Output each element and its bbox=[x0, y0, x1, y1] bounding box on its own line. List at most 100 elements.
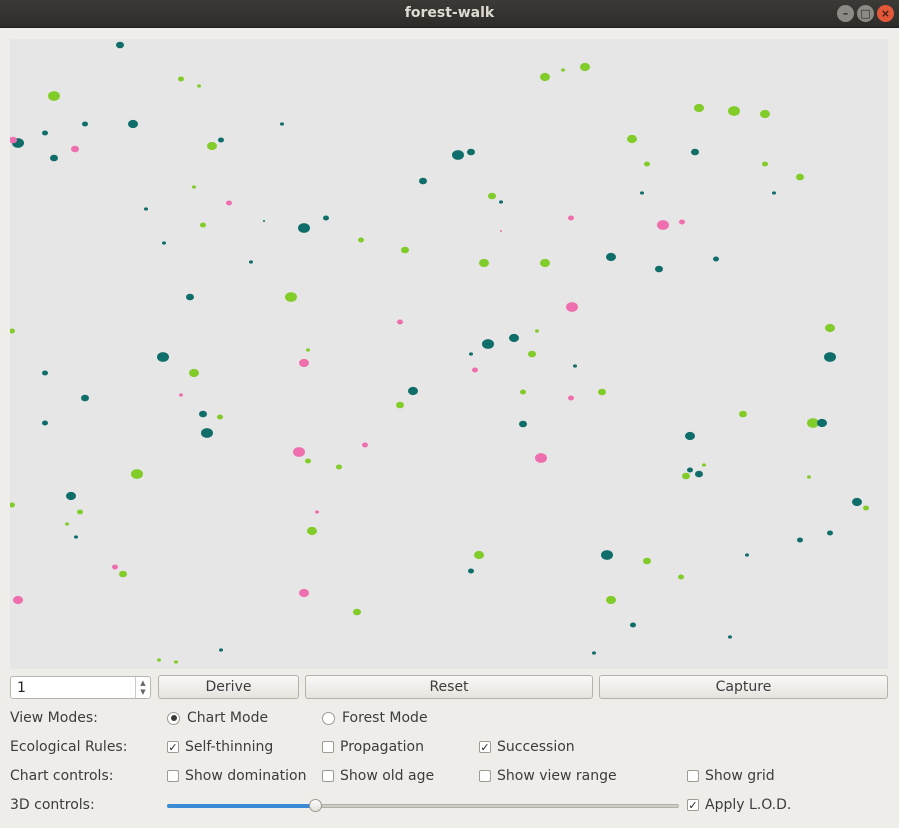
apply-lod-label: Apply L.O.D. bbox=[705, 797, 792, 813]
tree-marker bbox=[825, 323, 835, 333]
tree-marker bbox=[42, 130, 48, 136]
show-grid-label: Show grid bbox=[705, 768, 775, 784]
tree-marker bbox=[81, 394, 89, 402]
tree-marker bbox=[197, 84, 201, 88]
tree-marker bbox=[863, 505, 869, 511]
checkbox-check-icon[interactable]: ✓ bbox=[687, 799, 699, 811]
tree-marker bbox=[207, 141, 217, 151]
tree-marker bbox=[694, 103, 704, 113]
tree-marker bbox=[797, 537, 803, 543]
checkbox-box[interactable] bbox=[322, 770, 334, 782]
checkbox-box[interactable] bbox=[322, 741, 334, 753]
tree-marker bbox=[643, 557, 651, 565]
radio-indicator[interactable] bbox=[322, 711, 335, 725]
tree-marker bbox=[323, 215, 329, 221]
tree-marker bbox=[201, 428, 213, 438]
tree-marker bbox=[824, 352, 836, 362]
capture-button[interactable]: Capture bbox=[599, 675, 888, 699]
show-grid-checkbox[interactable]: Show grid bbox=[687, 768, 775, 784]
apply-lod-checkbox[interactable]: ✓ Apply L.O.D. bbox=[687, 797, 791, 813]
self-thinning-label: Self-thinning bbox=[185, 739, 274, 755]
tree-marker bbox=[219, 648, 223, 652]
forest-mode-radio[interactable]: Forest Mode bbox=[322, 710, 428, 726]
show-domination-checkbox[interactable]: Show domination bbox=[167, 768, 306, 784]
tree-marker bbox=[528, 350, 536, 358]
tree-marker bbox=[580, 62, 590, 72]
chart-mode-radio[interactable]: Chart Mode bbox=[167, 710, 268, 726]
checkbox-check-icon[interactable]: ✓ bbox=[479, 741, 491, 753]
tree-marker bbox=[305, 458, 311, 464]
forest-mode-label: Forest Mode bbox=[342, 710, 428, 726]
slider-fill bbox=[167, 804, 315, 808]
tree-marker bbox=[745, 553, 749, 557]
tree-marker bbox=[573, 364, 577, 368]
propagation-checkbox[interactable]: Propagation bbox=[322, 739, 424, 755]
show-old-age-label: Show old age bbox=[340, 768, 435, 784]
show-old-age-checkbox[interactable]: Show old age bbox=[322, 768, 434, 784]
derive-button[interactable]: Derive bbox=[158, 675, 299, 699]
tree-marker bbox=[74, 535, 78, 539]
tree-marker bbox=[10, 502, 15, 508]
tree-marker bbox=[200, 222, 206, 228]
tree-marker bbox=[630, 622, 636, 628]
tree-marker bbox=[468, 568, 474, 574]
tree-marker bbox=[687, 467, 693, 473]
tree-marker bbox=[217, 414, 223, 420]
spin-down-icon[interactable]: ▼ bbox=[140, 688, 145, 697]
tree-marker bbox=[488, 192, 496, 200]
maximize-icon[interactable]: □ bbox=[857, 5, 874, 22]
tree-marker bbox=[739, 410, 747, 418]
tree-marker bbox=[807, 475, 811, 479]
tree-marker bbox=[452, 150, 464, 160]
lod-slider[interactable] bbox=[167, 799, 679, 813]
tree-marker bbox=[568, 395, 574, 401]
reset-button[interactable]: Reset bbox=[305, 675, 593, 699]
tree-marker bbox=[293, 447, 305, 457]
tree-marker bbox=[682, 472, 690, 480]
ecological-rules-label: Ecological Rules: bbox=[10, 739, 128, 755]
tree-marker bbox=[71, 145, 79, 153]
checkbox-box[interactable] bbox=[167, 770, 179, 782]
radio-indicator[interactable] bbox=[167, 711, 180, 725]
spin-up-icon[interactable]: ▲ bbox=[140, 679, 145, 688]
self-thinning-checkbox[interactable]: ✓ Self-thinning bbox=[167, 739, 273, 755]
spinbox-value[interactable]: 1 bbox=[17, 680, 26, 696]
tree-marker bbox=[419, 177, 427, 185]
iteration-spinbox[interactable]: 1 ▲ ▼ bbox=[10, 676, 151, 699]
slider-handle[interactable] bbox=[309, 799, 322, 812]
checkbox-check-icon[interactable]: ✓ bbox=[167, 741, 179, 753]
tree-marker bbox=[285, 292, 297, 302]
tree-marker bbox=[852, 497, 862, 507]
tree-marker bbox=[655, 265, 663, 273]
show-domination-label: Show domination bbox=[185, 768, 307, 784]
forest-canvas[interactable] bbox=[10, 39, 888, 669]
tree-marker bbox=[606, 595, 616, 605]
tree-marker bbox=[657, 220, 669, 230]
tree-marker bbox=[713, 256, 719, 262]
tree-marker bbox=[189, 368, 199, 378]
tree-marker bbox=[500, 230, 502, 232]
tree-marker bbox=[691, 148, 699, 156]
tree-marker bbox=[509, 333, 519, 343]
title-bar: forest-walk – □ × bbox=[0, 0, 899, 28]
succession-checkbox[interactable]: ✓ Succession bbox=[479, 739, 575, 755]
tree-marker bbox=[479, 258, 489, 268]
checkbox-box[interactable] bbox=[479, 770, 491, 782]
tree-marker bbox=[13, 595, 23, 605]
minimize-icon[interactable]: – bbox=[837, 5, 854, 22]
tree-marker bbox=[772, 191, 776, 195]
tree-marker bbox=[315, 510, 319, 514]
spinbox-arrows[interactable]: ▲ ▼ bbox=[135, 677, 150, 698]
window-title: forest-walk bbox=[404, 5, 495, 21]
close-icon[interactable]: × bbox=[877, 5, 894, 22]
tree-marker bbox=[186, 293, 194, 301]
tree-marker bbox=[678, 574, 684, 580]
tree-marker bbox=[42, 420, 48, 426]
forest-chart bbox=[10, 41, 869, 664]
tree-marker bbox=[474, 550, 484, 560]
view-modes-label: View Modes: bbox=[10, 710, 98, 726]
tree-marker bbox=[353, 608, 361, 616]
tree-marker bbox=[535, 453, 547, 463]
show-view-range-checkbox[interactable]: Show view range bbox=[479, 768, 617, 784]
checkbox-box[interactable] bbox=[687, 770, 699, 782]
